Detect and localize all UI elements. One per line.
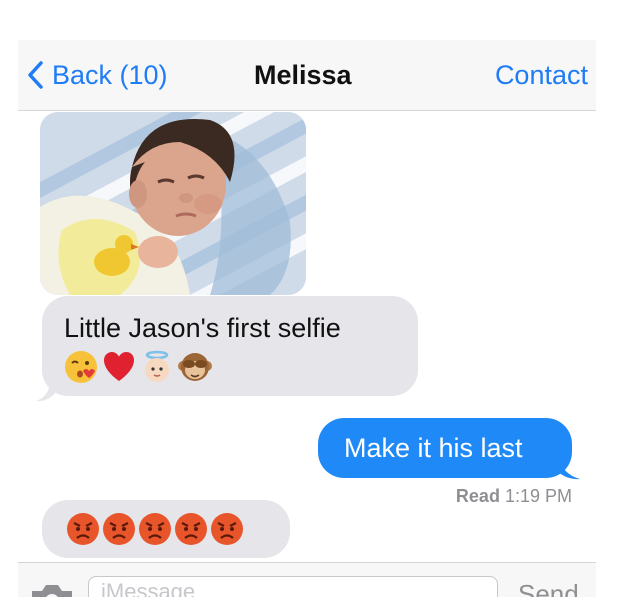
- incoming-message-bubble[interactable]: Little Jason's first selfie: [42, 296, 418, 396]
- navigation-bar: Back (10) Melissa Contact: [18, 40, 596, 111]
- back-button-label: Back (10): [52, 59, 168, 90]
- messages-screen: Back (10) Melissa Contact Little Jason's…: [0, 0, 640, 597]
- conversation-title: Melissa: [254, 60, 352, 90]
- camera-icon[interactable]: [28, 583, 76, 597]
- message-text: Little Jason's first selfie: [64, 313, 341, 343]
- photo-message[interactable]: [40, 112, 306, 295]
- angry-face-emoji: [103, 513, 135, 545]
- message-input[interactable]: iMessage: [88, 576, 498, 597]
- kissing-face-emoji: [65, 351, 97, 383]
- emoji-row: [64, 350, 212, 384]
- message-text: Make it his last: [344, 433, 523, 463]
- red-heart-emoji: [104, 352, 134, 381]
- chevron-left-icon: [26, 60, 44, 90]
- message-composer: iMessage Send: [18, 562, 596, 597]
- angry-face-emoji: [175, 513, 207, 545]
- outgoing-message-bubble[interactable]: Make it his last: [318, 418, 572, 478]
- angel-face-emoji: [145, 350, 169, 382]
- send-button[interactable]: Send: [518, 579, 579, 597]
- photo-of-baby-in-blanket: [40, 112, 306, 295]
- incoming-emoji-bubble[interactable]: [42, 500, 290, 558]
- monkey-emoji: [178, 353, 212, 381]
- outgoing-bubble-tail: [556, 458, 580, 480]
- emoji-row: [66, 512, 244, 546]
- angry-face-emoji: [211, 513, 243, 545]
- read-receipt: Read 1:19 PM: [456, 486, 572, 507]
- angry-face-emoji: [67, 513, 99, 545]
- incoming-bubble-tail: [36, 380, 56, 402]
- read-receipt-label: Read: [455, 486, 500, 506]
- angry-face-emoji: [139, 513, 171, 545]
- contact-button[interactable]: Contact: [495, 40, 588, 110]
- read-receipt-time: 1:19 PM: [504, 486, 572, 506]
- back-button[interactable]: Back (10): [26, 40, 168, 110]
